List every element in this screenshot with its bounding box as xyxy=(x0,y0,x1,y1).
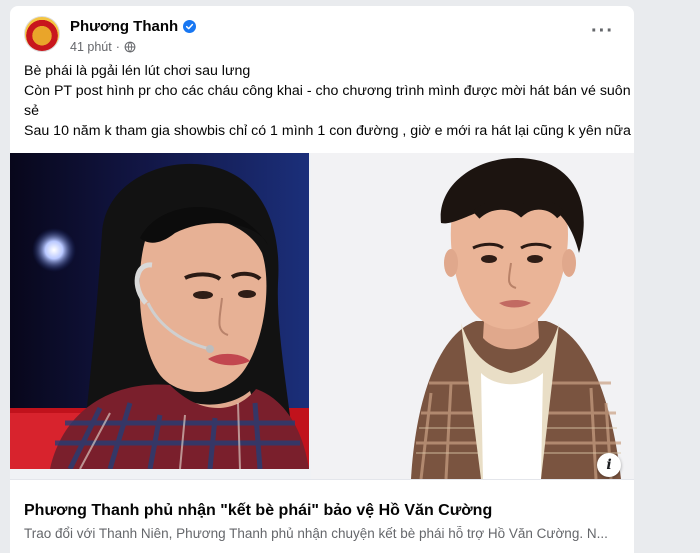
post-timestamp[interactable]: 41 phút xyxy=(70,40,112,54)
link-title[interactable]: Phương Thanh phủ nhận "kết bè phái" bảo … xyxy=(24,502,492,520)
post-text-line: Sau 10 năm k tham gia showbis chỉ có 1 m… xyxy=(24,123,631,139)
info-icon[interactable]: i xyxy=(597,453,621,477)
author-name[interactable]: Phương Thanh xyxy=(70,18,178,35)
post-text: Bè phái là pgải lén lút chơi sau lưng Cò… xyxy=(24,61,631,141)
author-row: Phương Thanh xyxy=(70,18,197,35)
more-options-button[interactable]: ··· xyxy=(591,21,614,41)
post-header: Phương Thanh 41 phút · ··· xyxy=(24,16,620,60)
author-avatar[interactable] xyxy=(24,16,60,52)
link-description: Trao đổi với Thanh Niên, Phương Thanh ph… xyxy=(24,526,608,541)
post-text-line: Bè phái là pgải lén lút chơi sau lưng xyxy=(24,63,251,79)
link-preview-image[interactable]: i xyxy=(10,153,634,479)
meta-separator: · xyxy=(115,40,120,54)
post-card: Phương Thanh 41 phút · ··· Bè phái là pg… xyxy=(10,6,634,553)
photo-young-man: i xyxy=(311,153,634,479)
verified-badge-icon xyxy=(183,20,197,33)
globe-icon[interactable] xyxy=(124,41,136,53)
photo-man-illustration xyxy=(411,157,621,479)
post-text-line: sẻ xyxy=(24,103,39,119)
link-preview[interactable]: Phương Thanh phủ nhận "kết bè phái" bảo … xyxy=(10,479,634,553)
photo-woman-with-headset xyxy=(10,153,309,469)
photo-woman-illustration xyxy=(10,163,309,469)
post-text-line: Còn PT post hình pr cho các cháu công kh… xyxy=(24,83,631,99)
post-meta: 41 phút · xyxy=(70,40,136,54)
